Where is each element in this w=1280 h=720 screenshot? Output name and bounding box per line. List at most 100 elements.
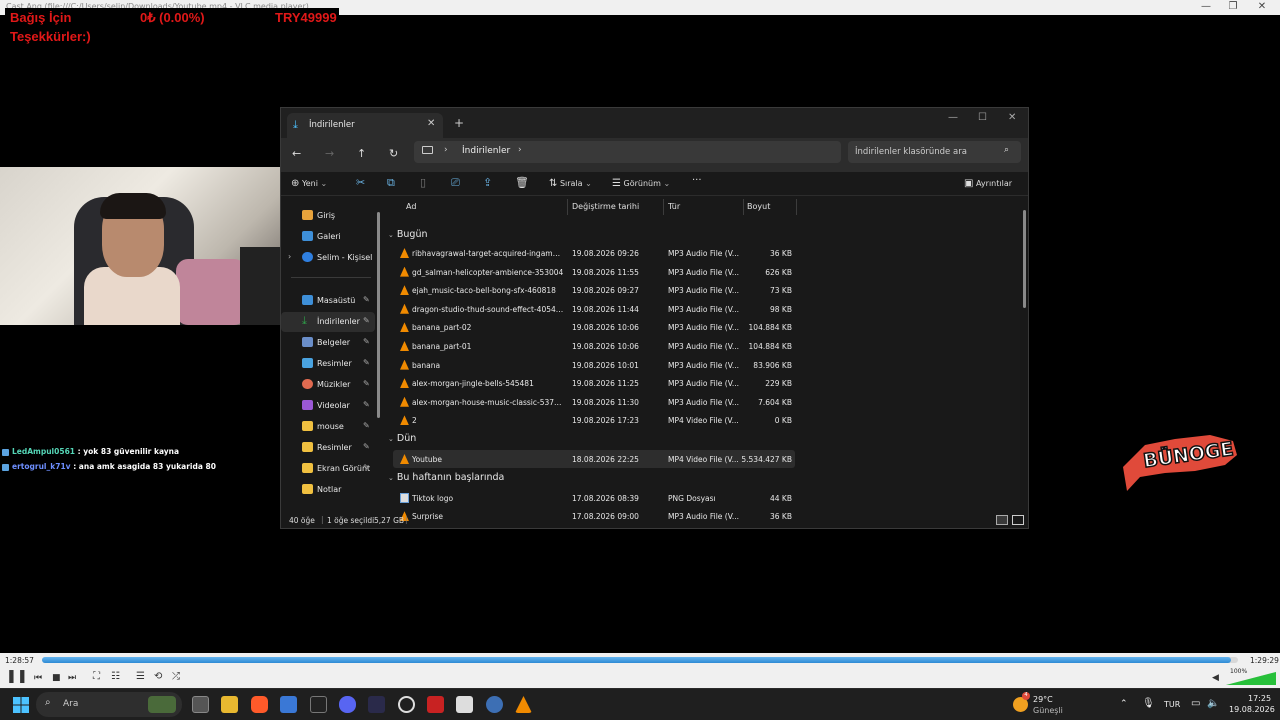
tab-downloads[interactable]: ⤓ İndirilenler ✕ — [287, 113, 443, 138]
media-app-icon[interactable] — [427, 696, 444, 713]
brave-browser-icon[interactable] — [251, 696, 268, 713]
column-separator[interactable] — [743, 199, 744, 215]
close-icon[interactable]: ✕ — [1008, 112, 1016, 123]
file-row[interactable]: 2 19.08.2026 17:23 MP4 Video File (V... 0 K… — [393, 411, 795, 429]
windows-start-icon[interactable] — [13, 697, 29, 713]
details-pane-button[interactable]: ▣ Ayrıntılar — [964, 178, 1012, 189]
forward-arrow-icon[interactable]: → — [325, 147, 334, 160]
fullscreen-icon[interactable]: ⛶ — [93, 671, 100, 682]
search-icon[interactable]: ⌕ — [1004, 145, 1009, 155]
task-view-icon[interactable] — [192, 696, 209, 713]
volume-icon[interactable]: ◀ — [1212, 673, 1219, 683]
sidebar-item-home[interactable]: Giriş — [281, 206, 375, 226]
next-icon[interactable]: ⏭ — [68, 673, 76, 683]
details-view-icon[interactable] — [996, 515, 1008, 525]
sidebar-item-screenshots[interactable]: Ekran Görünt ✎ — [281, 459, 375, 479]
file-row[interactable]: alex-morgan-house-music-classic-537489 19… — [393, 393, 795, 411]
github-icon[interactable] — [398, 696, 415, 713]
delete-icon[interactable]: 🗑 — [515, 176, 529, 189]
new-tab-button[interactable]: + — [454, 116, 464, 130]
file-list-scrollbar[interactable] — [1023, 210, 1026, 308]
file-row[interactable]: dragon-studio-thud-sound-effect-405470 19… — [393, 300, 795, 318]
sidebar-item-downloads[interactable]: ⤓ İndirilenler ✎ — [281, 312, 375, 332]
previous-icon[interactable]: ⏮ — [34, 673, 42, 683]
app-icon[interactable] — [368, 696, 385, 713]
pin-icon[interactable]: ✎ — [363, 463, 370, 472]
file-row[interactable]: alex-morgan-jingle-bells-545481 19.08.202… — [393, 374, 795, 392]
cut-icon[interactable]: ✂ — [356, 176, 365, 189]
file-row[interactable]: Tiktok logo 17.08.2026 08:39 PNG Dosyası 44… — [393, 489, 795, 507]
chevron-up-icon[interactable]: ⌃ — [1120, 699, 1128, 709]
speaker-icon[interactable]: 🔈 — [1207, 698, 1219, 709]
pin-icon[interactable]: ✎ — [363, 442, 370, 451]
sort-button[interactable]: ⇅ Sırala ⌄ — [549, 178, 592, 189]
microphone-icon[interactable]: 🎙 — [1142, 698, 1155, 709]
close-tab-icon[interactable]: ✕ — [427, 118, 435, 129]
stop-icon[interactable]: ■ — [52, 673, 61, 683]
breadcrumb[interactable]: İndirilenler — [462, 146, 510, 156]
minimize-icon[interactable]: — — [1196, 1, 1216, 12]
sidebar-item-resimler[interactable]: Resimler ✎ — [281, 438, 375, 458]
copy-icon[interactable]: ⧉ — [387, 176, 395, 190]
pin-icon[interactable]: ✎ — [363, 316, 370, 325]
discord-icon[interactable] — [339, 696, 356, 713]
column-header-date[interactable]: Değiştirme tarihi — [572, 202, 639, 211]
file-row[interactable]: banana_part-01 19.08.2026 10:06 MP3 Audio … — [393, 337, 795, 355]
pin-icon[interactable]: ✎ — [363, 358, 370, 367]
paste-icon[interactable]: ▯ — [420, 176, 426, 189]
group-header-yesterday[interactable]: ⌄ Dün — [388, 433, 416, 444]
shuffle-icon[interactable]: ⤮ — [172, 671, 180, 682]
store-icon[interactable] — [280, 696, 297, 713]
clock-time[interactable]: 17:25 — [1248, 694, 1271, 703]
column-separator[interactable] — [796, 199, 797, 215]
file-row[interactable]: ribhavagrawal-target-acquired-ingame-s..… — [393, 244, 795, 262]
view-button[interactable]: ☰ Görünüm ⌄ — [612, 178, 670, 189]
steam-icon[interactable] — [486, 696, 503, 713]
sidebar-item-gallery[interactable]: Galeri — [281, 227, 375, 247]
sidebar-item-videos[interactable]: Videolar ✎ — [281, 396, 375, 416]
obs-icon[interactable] — [456, 696, 473, 713]
sidebar-item-onedrive[interactable]: › Selim - Kişisel — [281, 248, 375, 268]
sidebar-item-music[interactable]: Müzikler ✎ — [281, 375, 375, 395]
weather-temp[interactable]: 29°C — [1033, 695, 1053, 704]
file-row[interactable]: ejah_music-taco-bell-bong-sfx-460818 19.0… — [393, 281, 795, 299]
address-bar[interactable]: › İndirilenler › — [414, 141, 841, 163]
group-header-this-week[interactable]: ⌄ Bu haftanın başlarında — [388, 472, 504, 483]
file-explorer-icon[interactable] — [221, 696, 238, 713]
sidebar-item-notes[interactable]: Notlar — [281, 480, 375, 500]
file-row[interactable]: gd_salman-helicopter-ambience-353004 19.0… — [393, 263, 795, 281]
sidebar-item-pictures[interactable]: Resimler ✎ — [281, 354, 375, 374]
file-row[interactable]: banana 19.08.2026 10:01 MP3 Audio File (V.… — [393, 356, 795, 374]
column-header-name[interactable]: Ad — [406, 202, 416, 211]
column-header-type[interactable]: Tür — [668, 202, 680, 211]
taskbar-search[interactable]: ⌕ Ara — [36, 692, 182, 717]
pause-icon[interactable]: ❚❚ — [6, 669, 28, 684]
pin-icon[interactable]: ✎ — [363, 337, 370, 346]
sidebar-item-mouse[interactable]: mouse ✎ — [281, 417, 375, 437]
playlist-icon[interactable]: ☰ — [136, 671, 145, 682]
group-header-today[interactable]: ⌄ Bugün — [388, 229, 428, 240]
share-icon[interactable]: ⇪ — [483, 176, 492, 189]
pin-icon[interactable]: ✎ — [363, 379, 370, 388]
network-icon[interactable]: ▭ — [1191, 698, 1200, 709]
language-indicator[interactable]: TUR — [1164, 700, 1180, 709]
capcut-icon[interactable] — [310, 696, 327, 713]
chevron-right-icon[interactable]: › — [518, 145, 522, 155]
close-icon[interactable]: ✕ — [1252, 1, 1272, 12]
weather-desc[interactable]: Güneşli — [1033, 706, 1063, 715]
new-button[interactable]: ⊕ Yeni ⌄ — [291, 178, 327, 189]
refresh-icon[interactable]: ↻ — [389, 147, 398, 160]
extended-settings-icon[interactable]: ☷ — [111, 671, 120, 682]
file-row[interactable]: Youtube 18.08.2026 22:25 MP4 Video File (V… — [393, 450, 795, 468]
search-input[interactable]: İndirilenler klasöründe ara ⌕ — [848, 141, 1021, 163]
seek-slider[interactable] — [42, 657, 1238, 663]
column-header-size[interactable]: Boyut — [747, 202, 770, 211]
pin-icon[interactable]: ✎ — [363, 400, 370, 409]
sidebar-item-documents[interactable]: Belgeler ✎ — [281, 333, 375, 353]
pin-icon[interactable]: ✎ — [363, 421, 370, 430]
pin-icon[interactable]: ✎ — [363, 295, 370, 304]
maximize-icon[interactable]: ☐ — [978, 112, 987, 123]
maximize-icon[interactable]: ❐ — [1223, 1, 1243, 12]
minimize-icon[interactable]: — — [948, 112, 958, 123]
file-row[interactable]: banana_part-02 19.08.2026 10:06 MP3 Audio … — [393, 318, 795, 336]
